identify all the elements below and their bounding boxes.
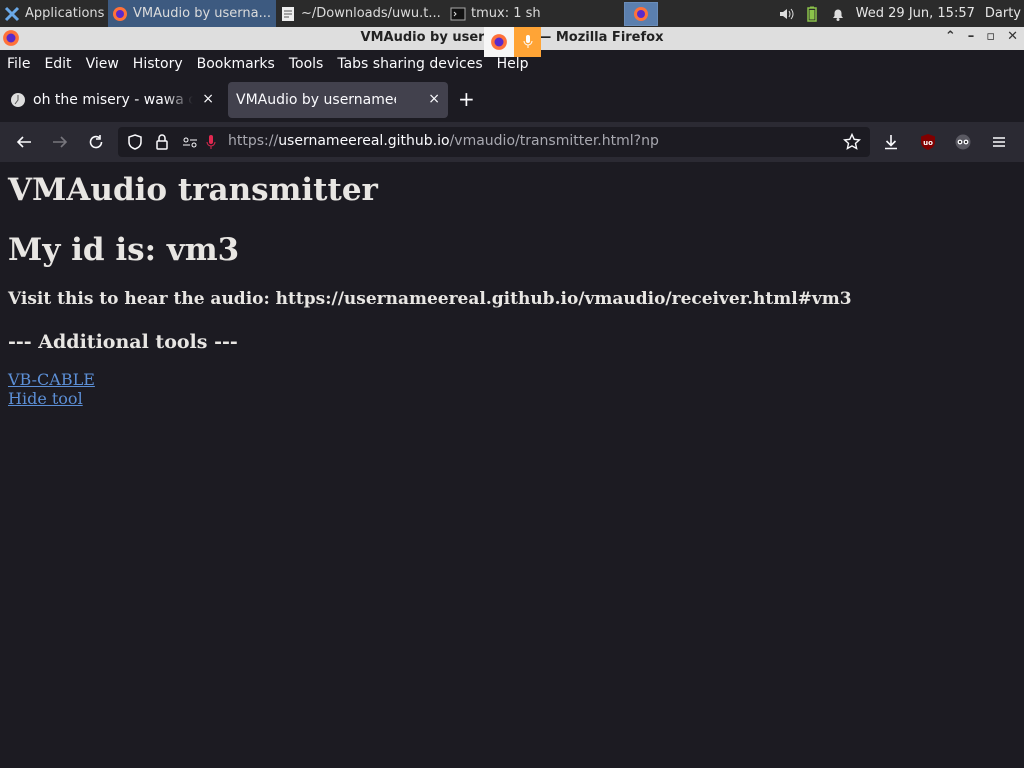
menu-view[interactable]: View [86, 56, 119, 72]
taskbar-item-label: ~/Downloads/uwu.t... [301, 6, 441, 21]
downloads-icon[interactable] [882, 133, 900, 151]
shade-window-button[interactable]: ⌃ [945, 29, 956, 44]
taskbar-item-terminal[interactable]: tmux: 1 sh [446, 0, 616, 27]
svg-text:uo: uo [923, 139, 933, 147]
url-path: /vmaudio/transmitter.html?np [449, 133, 659, 149]
close-window-button[interactable]: ✕ [1007, 29, 1018, 44]
menu-tools[interactable]: Tools [289, 56, 324, 72]
ublock-origin-icon[interactable]: uo [919, 133, 937, 151]
bookmark-star-icon[interactable] [843, 133, 861, 151]
tools-links: VB-CABLE Hide tool [8, 370, 1024, 408]
tab-vmaudio[interactable]: VMAudio by usernamee × [228, 82, 448, 118]
tab-label: VMAudio by usernamee [236, 92, 396, 108]
taskbar-item-label: tmux: 1 sh [471, 6, 541, 21]
page-title: VMAudio transmitter [8, 172, 378, 208]
receiver-url-text: Visit this to hear the audio: https://us… [8, 289, 852, 309]
applications-menu-button[interactable]: Applications [0, 0, 108, 27]
microphone-icon [523, 35, 532, 48]
address-bar[interactable]: https://usernameereal.github.io/vmaudio/… [118, 127, 870, 157]
text-editor-icon [282, 6, 294, 21]
tracking-protection-shield-icon[interactable] [126, 133, 144, 151]
additional-tools-heading: --- Additional tools --- [8, 331, 238, 353]
vb-cable-link[interactable]: VB-CABLE [8, 370, 95, 389]
firefox-icon [113, 6, 127, 21]
taskbar-item-editor[interactable]: ~/Downloads/uwu.t... [276, 0, 446, 27]
menu-edit[interactable]: Edit [44, 56, 71, 72]
tab-strip: oh the misery - wawa cat × VMAudio by us… [0, 78, 1024, 122]
close-tab-icon[interactable]: × [202, 91, 214, 107]
menu-history[interactable]: History [133, 56, 183, 72]
volume-icon[interactable] [778, 6, 794, 22]
padlock-icon[interactable] [153, 133, 171, 151]
permissions-icon[interactable] [181, 133, 199, 151]
notification-bell-icon[interactable] [830, 6, 846, 22]
close-tab-icon[interactable]: × [428, 91, 440, 107]
back-arrow-icon[interactable] [15, 133, 33, 151]
menu-tabs-sharing-devices[interactable]: Tabs sharing devices [337, 56, 482, 72]
firefox-icon [634, 6, 648, 21]
new-tab-button[interactable]: + [458, 89, 475, 109]
system-tray: Wed 29 Jun, 15:57 Darty [778, 0, 1024, 27]
firefox-icon [491, 34, 507, 50]
sharing-indicator[interactable] [484, 27, 541, 57]
url-text[interactable]: https://usernameereal.github.io/vmaudio/… [228, 133, 659, 149]
page-content: VMAudio transmitter My id is: vm3 Visit … [0, 162, 1024, 768]
workspace-switcher[interactable] [624, 1, 658, 26]
desktop-panel: Applications VMAudio by userna... ~/Down… [0, 0, 1024, 27]
terminal-icon [450, 7, 466, 20]
maximize-window-button[interactable]: ▫ [986, 29, 995, 44]
hamburger-menu-icon[interactable] [990, 133, 1008, 151]
site-favicon-icon [11, 93, 25, 107]
battery-icon[interactable] [804, 6, 820, 22]
minimize-window-button[interactable]: – [968, 29, 975, 44]
user-menu[interactable]: Darty [985, 6, 1021, 21]
microphone-sharing-icon[interactable] [202, 133, 220, 151]
xfce-mouse-icon [4, 6, 20, 21]
url-host: usernameereal.github.io [278, 133, 450, 149]
menu-bookmarks[interactable]: Bookmarks [197, 56, 275, 72]
tab-label: oh the misery - wawa cat [33, 92, 193, 108]
url-scheme: https:// [228, 133, 279, 149]
private-mask-icon[interactable] [954, 133, 972, 151]
transmitter-id-heading: My id is: vm3 [8, 232, 240, 268]
reload-icon[interactable] [87, 133, 105, 151]
applications-label: Applications [25, 6, 105, 21]
taskbar-item-label: VMAudio by userna... [133, 6, 271, 21]
taskbar-item-firefox[interactable]: VMAudio by userna... [108, 0, 276, 27]
menu-help[interactable]: Help [497, 56, 529, 72]
tab-wawa-cat[interactable]: oh the misery - wawa cat × [2, 82, 222, 118]
hide-tool-link[interactable]: Hide tool [8, 389, 83, 408]
forward-arrow-icon[interactable] [51, 133, 69, 151]
menu-file[interactable]: File [7, 56, 30, 72]
navigation-toolbar: https://usernameereal.github.io/vmaudio/… [0, 122, 1024, 162]
clock[interactable]: Wed 29 Jun, 15:57 [856, 6, 975, 21]
